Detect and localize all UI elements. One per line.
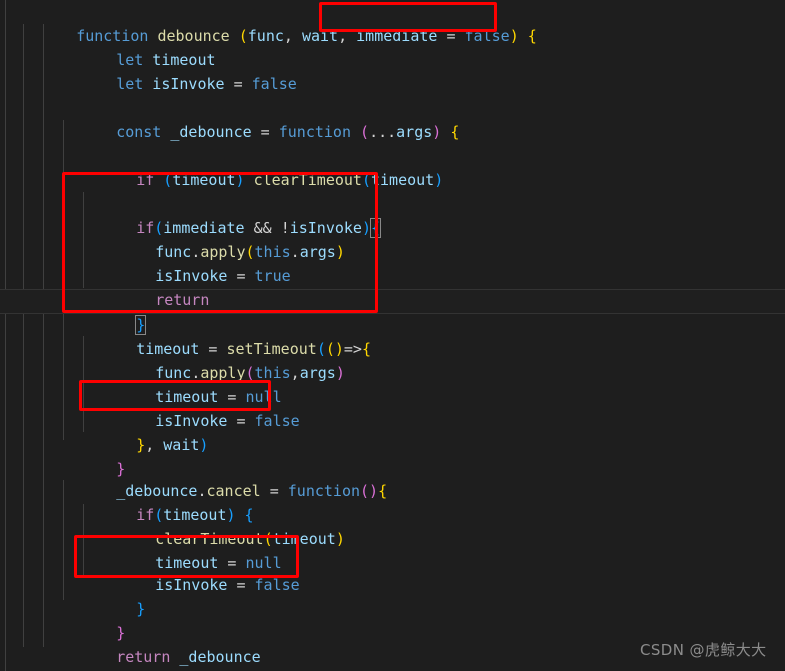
token-space2 — [230, 27, 239, 45]
token-paren-open: ( — [238, 27, 248, 45]
code-line-9[interactable]: if(immediate && !isInvoke){ — [82, 192, 382, 238]
token-brace-open: { — [441, 123, 460, 141]
token-arg-timeout: timeout — [272, 530, 336, 548]
token-fn-cleartimeout: clearTimeout — [244, 171, 362, 189]
token-var-isinvoke: isInvoke — [155, 576, 228, 594]
code-line-15[interactable]: func.apply(this,args) — [101, 337, 345, 382]
code-line-12[interactable]: return — [101, 264, 209, 309]
token-comma: , — [290, 364, 300, 382]
token-keyword-let: let — [116, 75, 144, 93]
token-paren-close: ) — [335, 530, 345, 548]
token-paren-close: ) — [432, 123, 442, 141]
token-var-debounce: _debounce — [161, 123, 252, 141]
token-paren-open: ( — [360, 123, 370, 141]
code-line-24[interactable]: isInvoke = false — [101, 549, 300, 594]
token-ctrl-return: return — [116, 648, 171, 666]
token-arrow: => — [343, 340, 362, 358]
token-value-true: true — [254, 267, 291, 285]
code-line-19[interactable]: } — [62, 433, 125, 478]
token-arg-timeout: timeout — [371, 171, 435, 189]
token-equals: = — [227, 267, 255, 285]
token-paren-close: ) — [235, 171, 245, 189]
token-equals: = — [260, 482, 288, 500]
token-var-args: args — [299, 243, 336, 261]
code-line-14[interactable]: timeout = setTimeout(()=>{ — [82, 313, 371, 358]
code-line-20[interactable]: _debounce.cancel = function(){ — [62, 455, 387, 500]
code-line-16[interactable]: timeout = null — [101, 361, 281, 406]
code-line-1[interactable]: function debounce (func, wait, immediate… — [22, 0, 537, 45]
token-brace-open-matched: { — [369, 218, 382, 238]
token-ctrl-return: return — [155, 291, 210, 309]
token-value-false: false — [464, 27, 510, 45]
code-line-13[interactable]: } — [82, 289, 147, 335]
token-value-false: false — [254, 576, 300, 594]
token-keyword-const: const — [116, 123, 162, 141]
token-equals: = — [227, 412, 255, 430]
token-parens: () — [360, 482, 379, 500]
token-var-wait: wait — [163, 436, 200, 454]
token-equals: = — [227, 576, 255, 594]
token-param-wait: wait — [301, 27, 339, 45]
token-paren-close: ) — [335, 243, 345, 261]
code-content[interactable]: function debounce (func, wait, immediate… — [0, 0, 785, 671]
code-line-26[interactable]: } — [62, 597, 125, 642]
token-paren-close: ) — [509, 27, 519, 45]
token-brace-close: } — [136, 436, 146, 454]
code-line-18[interactable]: }, wait) — [82, 409, 208, 454]
token-equals: = — [224, 75, 252, 93]
token-paren-open: ( — [163, 171, 173, 189]
token-paren-close: ) — [335, 364, 345, 382]
code-line-22[interactable]: clearTimeout(timeout) — [101, 503, 345, 548]
code-editor-viewport[interactable]: function debounce (func, wait, immediate… — [0, 0, 785, 671]
token-comma-2: , — [338, 27, 357, 45]
code-line-2[interactable]: let timeout — [62, 24, 215, 69]
code-line-25[interactable]: } — [82, 573, 145, 618]
token-paren-close: ) — [199, 436, 209, 454]
code-line-3[interactable]: let isInvoke = false — [62, 48, 297, 93]
token-dot-2: . — [290, 243, 300, 261]
code-line-21[interactable]: if(timeout) { — [82, 479, 253, 524]
token-ctrl-if: if — [136, 171, 155, 189]
token-spread: ... — [369, 123, 397, 141]
token-keyword-function: function — [287, 482, 361, 500]
token-brace-open: { — [361, 340, 371, 358]
token-comma-1: , — [283, 27, 302, 45]
token-var-debounce: _debounce — [170, 648, 261, 666]
token-keyword-function: function — [278, 123, 351, 141]
code-line-5[interactable]: const _debounce = function (...args) { — [62, 96, 459, 141]
code-line-27[interactable]: return _debounce — [62, 621, 261, 666]
code-line-17[interactable]: isInvoke = false — [101, 385, 300, 430]
code-line-11[interactable]: isInvoke = true — [101, 240, 290, 285]
token-value-false: false — [254, 412, 300, 430]
code-line-28[interactable]: } — [42, 645, 105, 669]
token-value-false: false — [251, 75, 297, 93]
code-line-7[interactable]: if (timeout) clearTimeout(timeout) — [82, 144, 443, 189]
token-equals: = — [437, 27, 465, 45]
token-var-args: args — [299, 364, 336, 382]
token-paren-open-2: ( — [361, 171, 371, 189]
token-brace-open: { — [378, 482, 388, 500]
code-line-23[interactable]: timeout = null — [101, 527, 281, 572]
token-brace-close: } — [136, 600, 146, 618]
token-comma: , — [145, 436, 164, 454]
token-equals: = — [251, 123, 279, 141]
token-paren-close-2: ) — [434, 171, 444, 189]
token-param-func: func — [247, 27, 284, 45]
token-var-isinvoke: isInvoke — [143, 75, 225, 93]
token-arg-args: args — [396, 123, 433, 141]
token-var-timeout: timeout — [172, 171, 236, 189]
token-param-immediate: immediate — [356, 27, 438, 45]
token-brace-open: { — [518, 27, 537, 45]
csdn-watermark: CSDN @虎鲸大大 — [640, 641, 767, 659]
code-line-10[interactable]: func.apply(this.args) — [101, 216, 345, 261]
token-paren-close: ) — [361, 219, 371, 237]
